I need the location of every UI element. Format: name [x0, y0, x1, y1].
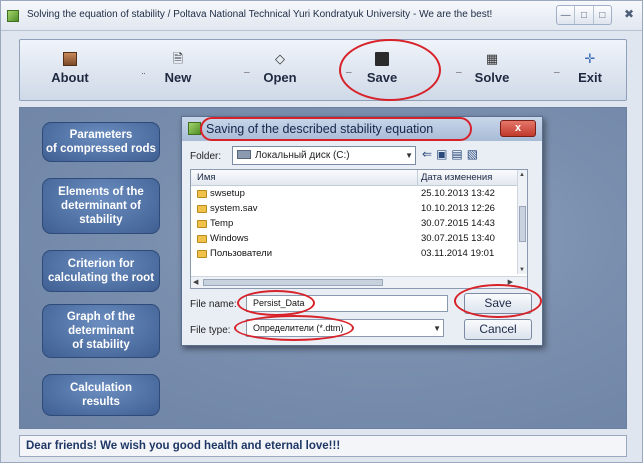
file-type-highlight-ellipse [234, 315, 354, 341]
folder-icon [197, 190, 207, 198]
parameters-button[interactable]: Parameters of compressed rods [42, 122, 160, 162]
status-bar: Dear friends! We wish you good health an… [19, 435, 627, 457]
window-controls: — □ □ [556, 5, 612, 25]
minimize-button[interactable]: — [557, 6, 576, 24]
file-date: 03.11.2014 19:01 [421, 248, 495, 259]
folder-icon [197, 235, 207, 243]
file-name-label: File name: [190, 299, 237, 310]
solve-label: Solve [474, 70, 510, 85]
new-label: New [164, 70, 192, 85]
scroll-left-icon[interactable]: ◀ [193, 278, 198, 286]
folder-value: Локальный диск (C:) [255, 150, 350, 161]
save-highlight-ellipse [339, 39, 441, 101]
person-icon [63, 52, 77, 66]
file-row[interactable]: Пользователи 03.11.2014 19:01 [191, 247, 517, 262]
file-name: system.sav [210, 203, 258, 214]
solve-icon: ▦ [485, 51, 499, 66]
window-title: Solving the equation of stability / Polt… [27, 9, 493, 20]
about-label: About [51, 70, 89, 85]
open-label: Open [263, 70, 297, 85]
title-bar: Solving the equation of stability / Polt… [1, 1, 642, 31]
file-date: 10.10.2013 12:26 [421, 203, 495, 214]
column-name[interactable]: Имя [197, 172, 216, 183]
file-date: 30.07.2015 13:40 [421, 233, 495, 244]
dialog-cancel-button[interactable]: Cancel [464, 319, 532, 340]
file-name: Temp [210, 218, 234, 229]
main-window: Solving the equation of stability / Polt… [0, 0, 643, 463]
about-button[interactable]: About [30, 46, 110, 96]
restore-button[interactable]: □ [594, 6, 611, 24]
folder-icon [197, 220, 207, 228]
status-message: Dear friends! We wish you good health an… [26, 440, 341, 452]
new-folder-icon[interactable]: ▤ [451, 147, 466, 161]
drive-icon [237, 150, 251, 159]
toolbar: About ¨ 🗎 New ¯ ◇ Open ¯ Save ¯ ▦ Solve … [19, 39, 627, 101]
file-row[interactable]: system.sav 10.10.2013 12:26 [191, 202, 517, 217]
horizontal-scroll-thumb[interactable] [203, 279, 383, 286]
file-name: swsetup [210, 188, 245, 199]
column-date[interactable]: Дата изменения [421, 172, 492, 183]
file-row[interactable]: Windows 30.07.2015 13:40 [191, 232, 517, 247]
file-name: Пользователи [210, 248, 273, 259]
chevron-down-icon: ▼ [433, 324, 441, 333]
file-list[interactable]: Имя Дата изменения swsetup 25.10.2013 13… [190, 169, 528, 289]
file-name: Windows [210, 233, 249, 244]
scroll-up-icon[interactable]: ▲ [519, 172, 525, 178]
graph-label: Graph of the determinant of stability [66, 311, 136, 351]
file-name-highlight-ellipse [237, 290, 315, 316]
vertical-scroll-thumb[interactable] [519, 206, 526, 242]
open-button[interactable]: ¯ ◇ Open [240, 46, 320, 96]
open-icon: ◇ [275, 51, 285, 66]
view-menu-icon[interactable]: ▧ [467, 147, 482, 161]
save-dialog: Saving of the described stability equati… [181, 116, 543, 346]
file-date: 30.07.2015 14:43 [421, 218, 495, 229]
file-row[interactable]: swsetup 25.10.2013 13:42 [191, 187, 517, 202]
folder-icon [197, 250, 207, 258]
exit-label: Exit [578, 70, 602, 85]
close-icon[interactable]: ✖ [624, 7, 634, 21]
parameters-label: Parameters of compressed rods [46, 129, 156, 155]
folder-nav-icons[interactable]: ⇐▣▤▧ [422, 147, 482, 161]
new-document-icon: 🗎 [172, 51, 184, 66]
new-button[interactable]: ¨ 🗎 New [138, 46, 218, 96]
folder-label: Folder: [190, 151, 222, 162]
dialog-title-bar: Saving of the described stability equati… [182, 117, 542, 141]
results-label: Calculation results [70, 382, 132, 408]
maximize-button[interactable]: □ [575, 6, 594, 24]
vertical-scrollbar[interactable]: ▲ ▼ [517, 170, 527, 274]
file-type-label: File type: [190, 325, 231, 336]
back-icon[interactable]: ⇐ [422, 147, 436, 161]
chevron-down-icon: ▼ [405, 151, 413, 160]
exit-icon: ✛ [584, 51, 596, 66]
determinant-elements-button[interactable]: Elements of the determinant of stability [42, 178, 160, 234]
file-date: 25.10.2013 13:42 [421, 188, 495, 199]
criterion-button[interactable]: Criterion for calculating the root [42, 250, 160, 292]
results-button[interactable]: Calculation results [42, 374, 160, 416]
folder-icon [197, 205, 207, 213]
save-button-highlight-ellipse [454, 284, 542, 318]
determinant-elements-label: Elements of the determinant of stability [58, 186, 144, 226]
solve-button[interactable]: ¯ ▦ Solve [452, 46, 532, 96]
up-folder-icon[interactable]: ▣ [436, 147, 451, 161]
folder-select[interactable]: Локальный диск (C:) ▼ [232, 146, 416, 165]
file-row[interactable]: Temp 30.07.2015 14:43 [191, 217, 517, 232]
dialog-close-button[interactable]: x [500, 120, 536, 137]
criterion-label: Criterion for calculating the root [47, 258, 155, 284]
graph-button[interactable]: Graph of the determinant of stability [42, 304, 160, 358]
file-list-header: Имя Дата изменения [191, 170, 527, 186]
app-icon [7, 10, 19, 22]
scroll-down-icon[interactable]: ▼ [519, 267, 525, 273]
title-highlight-ellipse [200, 117, 472, 141]
exit-button[interactable]: ¯ ✛ Exit [550, 46, 630, 96]
